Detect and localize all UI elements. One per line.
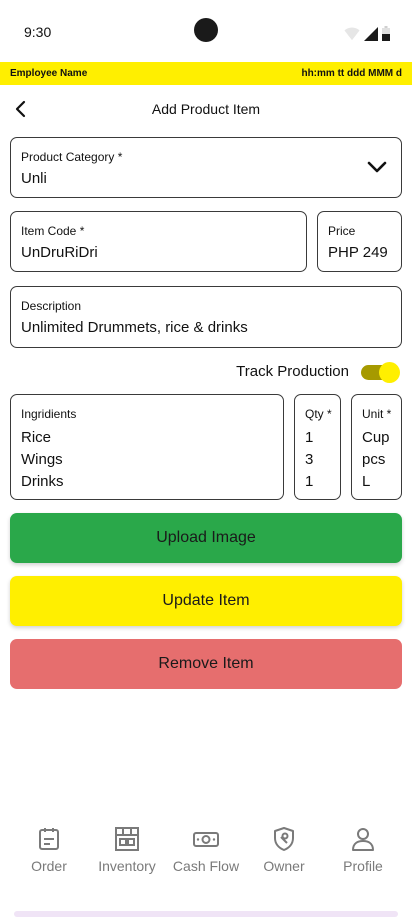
inventory-icon <box>115 827 139 851</box>
home-indicator <box>14 911 398 917</box>
order-icon <box>39 828 59 850</box>
category-label: Product Category * <box>21 150 123 164</box>
price-label: Price <box>328 224 356 238</box>
battery-icon <box>382 26 390 41</box>
remove-item-button[interactable]: Remove Item <box>10 639 402 689</box>
nav-profile-label: Profile <box>343 858 383 874</box>
qty-label: Qty * <box>305 407 332 421</box>
track-production-row: Track Production <box>0 360 412 384</box>
unit-item: L <box>362 473 371 490</box>
profile-icon <box>352 828 374 851</box>
nav-inventory[interactable]: Inventory <box>87 826 167 874</box>
nav-profile[interactable]: Profile <box>323 826 403 874</box>
qty-list: 1 3 1 <box>305 427 313 493</box>
nav-cash-flow-label: Cash Flow <box>172 858 240 874</box>
category-value: Unli <box>21 170 47 187</box>
ingredients-list: Rice Wings Drinks <box>21 427 64 493</box>
item-code-field[interactable]: Item Code * UnDruRiDri <box>10 211 307 272</box>
ingredient-item: Drinks <box>21 473 64 490</box>
status-time: 9:30 <box>24 24 52 40</box>
item-code-value: UnDruRiDri <box>21 244 98 261</box>
track-production-toggle[interactable] <box>359 362 401 383</box>
nav-order-label: Order <box>31 858 67 874</box>
ingredients-label: Ingridients <box>21 407 77 421</box>
qty-field[interactable]: Qty * 1 3 1 <box>294 394 341 500</box>
page-title: Add Product Item <box>151 101 261 117</box>
description-value: Unlimited Drummets, rice & drinks <box>21 319 248 336</box>
header: Add Product Item <box>0 92 412 126</box>
signal-icon <box>364 27 378 41</box>
qty-item: 1 <box>305 473 314 490</box>
price-field[interactable]: Price PHP 249 <box>317 211 402 272</box>
price-value: PHP 249 <box>328 244 388 261</box>
unit-list: Cup pcs L <box>362 427 390 493</box>
item-code-label: Item Code * <box>21 224 85 238</box>
unit-field[interactable]: Unit * Cup pcs L <box>351 394 402 500</box>
unit-item: pcs <box>362 451 386 468</box>
upload-image-button[interactable]: Upload Image <box>10 513 402 563</box>
nav-cash-flow[interactable]: Cash Flow <box>166 826 246 874</box>
owner-icon <box>274 827 294 851</box>
datetime-text: hh:mm tt ddd MMM d <box>301 68 402 79</box>
ingredients-field[interactable]: Ingridients Rice Wings Drinks <box>10 394 284 500</box>
nav-owner[interactable]: Owner <box>244 826 324 874</box>
unit-item: Cup <box>362 429 390 446</box>
chevron-down-icon <box>367 161 387 173</box>
qty-item: 1 <box>305 429 314 446</box>
qty-item: 3 <box>305 451 314 468</box>
employee-name: Employee Name <box>10 68 88 79</box>
status-icons <box>344 25 390 41</box>
nav-owner-label: Owner <box>263 858 305 874</box>
wifi-icon <box>344 27 360 40</box>
nav-order[interactable]: Order <box>9 826 89 874</box>
status-bar: 9:30 <box>0 0 412 62</box>
employee-bar: Employee Name hh:mm tt ddd MMM d <box>0 62 412 85</box>
ingredient-item: Wings <box>21 451 63 468</box>
toggle-knob <box>379 362 400 383</box>
ingredient-item: Rice <box>21 429 52 446</box>
unit-label: Unit * <box>362 407 392 421</box>
update-item-button[interactable]: Update Item <box>10 576 402 626</box>
bottom-nav: Order Inventory Cash Flow Owner Profile <box>0 826 412 886</box>
description-field[interactable]: Description Unlimited Drummets, rice & d… <box>10 286 402 348</box>
track-production-label: Track Production <box>236 363 349 380</box>
category-select[interactable]: Product Category * Unli <box>10 137 402 198</box>
description-label: Description <box>21 299 82 313</box>
cash-flow-icon <box>193 832 219 847</box>
nav-inventory-label: Inventory <box>98 858 156 874</box>
camera-cutout <box>194 18 218 42</box>
